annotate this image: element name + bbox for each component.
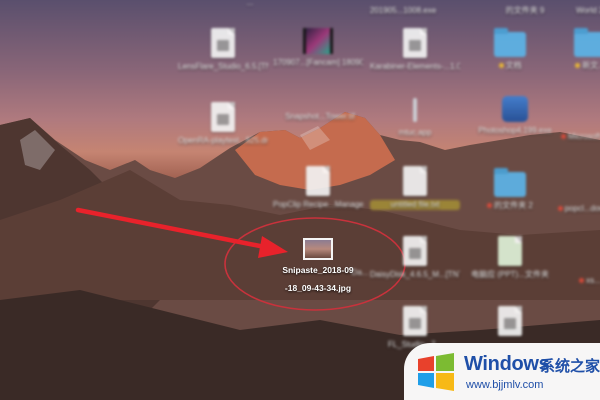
desktop-icon-file[interactable] <box>465 306 555 336</box>
desktop-icon-snapshot[interactable]: Snapshot...Tower.tif <box>275 108 365 122</box>
icon-label: untitled file.txt <box>370 200 460 210</box>
icon-label: Snapshot...Tower.tif <box>285 112 355 121</box>
icon-label: LensFlare_Studio_6.5.[TNT].dmg <box>178 62 268 71</box>
icon-label: 170907...[Fancam] 180907...[00].mp4 <box>273 58 363 67</box>
icon-label: 的文件夹 2 <box>465 201 555 211</box>
desktop-icon-popclip2[interactable]: popcl...downlo... <box>545 200 600 214</box>
app-tool-icon <box>405 96 425 124</box>
desktop-icon-popclip[interactable]: PopClip Recipe...Management <box>273 166 363 210</box>
document-icon <box>306 166 330 196</box>
selected-file-name-line2: -18_09-43-34.jpg <box>284 283 352 293</box>
folder-icon <box>494 168 526 197</box>
document-icon <box>498 236 522 266</box>
icon-label: World 2... <box>575 6 600 15</box>
windows-logo-icon <box>418 353 454 391</box>
desktop-icon[interactable]: 201905...1008.exe <box>358 2 448 16</box>
desktop-icon-openra[interactable]: OpenRA-playtest...825.dmg <box>178 102 268 146</box>
icon-label: ... <box>246 0 254 7</box>
desktop-icon-lensflare[interactable]: LensFlare_Studio_6.5.[TNT].dmg <box>178 28 268 72</box>
video-thumbnail-icon <box>303 28 333 54</box>
application-icon <box>502 96 528 122</box>
desktop-icon-folder[interactable]: 的文件夹 2 <box>465 168 555 211</box>
desktop-icon-folder[interactable]: 新文... <box>545 28 600 71</box>
image-thumbnail-icon <box>303 238 333 260</box>
disk-image-icon <box>211 28 235 58</box>
desktop-icon-folder[interactable]: 文档 <box>465 28 555 71</box>
desktop-icon-daisydisk[interactable]: DaisyDisk_4.6.5_M...[TNT].dmg <box>370 236 460 280</box>
icon-label: 电脑应 (PPT)...文件夹 <box>471 270 549 279</box>
tag-dot-icon <box>498 63 504 69</box>
icon-label: Microsoft 文件 <box>545 132 600 142</box>
tag-dot-icon <box>579 278 585 284</box>
icon-label: 201905...1008.exe <box>369 6 437 15</box>
desktop-icon-xs[interactable]: xs... <box>545 272 600 286</box>
watermark-url: www.bjjmlv.com <box>466 379 544 391</box>
icon-label: OpenRA-playtest...825.dmg <box>178 136 268 145</box>
tag-dot-icon <box>557 206 563 212</box>
desktop-icon-fancam[interactable]: 170907...[Fancam] 180907...[00].mp4 <box>273 28 363 68</box>
desktop-icon-karabiner[interactable]: Karabiner-Elements-...1.0.dmg <box>370 28 460 72</box>
desktop-icon[interactable]: ... <box>205 0 295 8</box>
icon-label: 新文... <box>545 61 600 71</box>
tag-dot-icon <box>575 63 581 69</box>
desktop-icon-cnfile[interactable]: 电脑应 (PPT)...文件夹 <box>465 236 555 280</box>
icon-label: 文档 <box>465 61 555 71</box>
icon-label: xs... <box>545 276 600 286</box>
icon-label: popcl...downlo... <box>545 204 600 214</box>
icon-label: Karabiner-Elements-...1.0.dmg <box>370 62 460 71</box>
desktop-icon-mtuc[interactable]: mtuc.app <box>370 96 460 138</box>
tag-dot-icon <box>561 134 567 140</box>
watermark-subtitle: 系统之家 <box>540 358 600 375</box>
folder-icon <box>574 28 600 57</box>
tag-dot-icon <box>487 203 493 209</box>
disk-image-icon <box>498 306 522 336</box>
desktop-icon-microsoft[interactable]: Microsoft 文件 <box>545 128 600 142</box>
desktop-icon[interactable]: World 2... <box>548 2 600 16</box>
watermark-title: Windows <box>464 353 550 375</box>
desktop-screen: ... 201905...1008.exe 的文件夹 9 World 2... … <box>0 0 600 400</box>
disk-image-icon <box>403 236 427 266</box>
disk-image-icon <box>211 102 235 132</box>
site-watermark: Windows 系统之家 www.bjjmlv.com <box>404 343 600 400</box>
icon-label: mtuc.app <box>398 128 432 137</box>
disk-image-icon <box>403 28 427 58</box>
text-file-icon <box>403 166 427 196</box>
folder-icon <box>494 28 526 57</box>
icon-label: DaisyDisk_4.6.5_M...[TNT].dmg <box>370 270 460 279</box>
icon-label: PopClip Recipe...Management <box>273 200 363 209</box>
desktop-icon-untitled[interactable]: untitled file.txt <box>370 166 460 210</box>
disk-image-icon <box>403 306 427 336</box>
